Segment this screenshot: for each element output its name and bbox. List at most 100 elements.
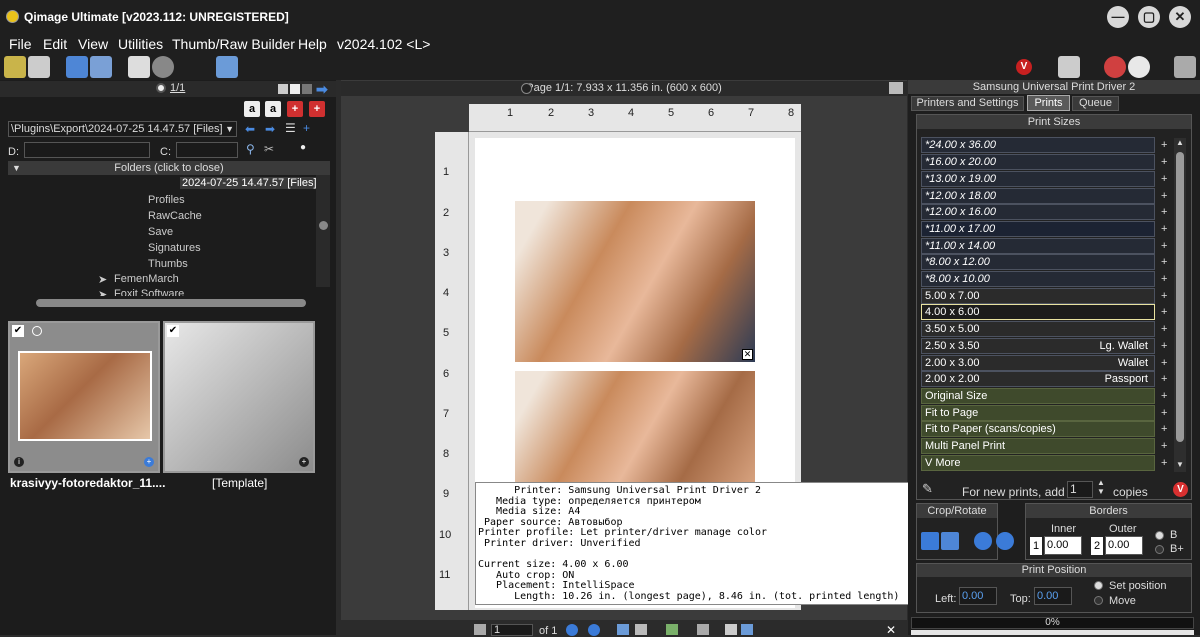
add-size-icon[interactable]: +: [1161, 240, 1167, 252]
size-2x2[interactable]: 2.00 x 2.00 Passport: [921, 371, 1155, 387]
stamp-icon[interactable]: [1174, 56, 1196, 78]
layout-icon[interactable]: [216, 56, 238, 78]
add-size-icon[interactable]: +: [1161, 256, 1167, 268]
menu-edit[interactable]: Edit: [43, 36, 67, 52]
tree-item-save[interactable]: Save: [148, 226, 173, 238]
puzzle-icon[interactable]: [90, 56, 112, 78]
page-icon-2[interactable]: [741, 624, 753, 635]
tree-item-thumbs[interactable]: Thumbs: [148, 258, 188, 270]
size-12x16[interactable]: *12.00 x 16.00: [921, 204, 1155, 220]
inner-input[interactable]: 0.00: [1044, 536, 1082, 555]
menu-thumb-raw-builder[interactable]: Thumb/Raw Builder: [172, 36, 295, 52]
size-5x7[interactable]: 5.00 x 7.00: [921, 288, 1155, 304]
add-blue-icon[interactable]: +: [144, 457, 154, 467]
path-select[interactable]: \Plugins\Export\2024-07-25 14.47.57 [Fil…: [8, 121, 237, 137]
add-size-icon[interactable]: +: [1161, 173, 1167, 185]
page-layout-icon[interactable]: [617, 624, 629, 635]
add-size-icon[interactable]: +: [1161, 407, 1167, 419]
info-icon[interactable]: i: [14, 457, 24, 467]
menu-file[interactable]: File: [9, 36, 32, 52]
size-12x18[interactable]: *12.00 x 18.00: [921, 188, 1155, 204]
tree-vscroll[interactable]: [316, 175, 330, 287]
add-red-icon[interactable]: +: [287, 101, 303, 117]
clock-icon[interactable]: [1128, 56, 1150, 78]
disk-icon[interactable]: [152, 56, 174, 78]
crop-icon[interactable]: [921, 532, 939, 550]
minimize-button[interactable]: —: [1107, 6, 1129, 28]
option-original-size[interactable]: Original Size: [921, 388, 1155, 404]
add-size-icon[interactable]: +: [1161, 390, 1167, 402]
a-box-icon[interactable]: a: [244, 101, 260, 117]
remove-icon[interactable]: ✕: [742, 349, 753, 360]
binoculars-icon[interactable]: ⚲: [246, 142, 255, 156]
expand-icon[interactable]: ➤: [98, 273, 107, 286]
camera-icon[interactable]: [66, 56, 88, 78]
size-8x10[interactable]: *8.00 x 10.00: [921, 271, 1155, 287]
move-radio[interactable]: [1094, 596, 1103, 605]
tree-item-femenmarch[interactable]: FemenMarch: [114, 273, 179, 285]
thumbnail-photo[interactable]: ✔ i +: [8, 321, 160, 473]
printer-icon[interactable]: [1058, 56, 1080, 78]
menu-utilities[interactable]: Utilities: [118, 36, 163, 52]
list-icon[interactable]: ☰: [285, 121, 296, 135]
left-input[interactable]: 0.00: [959, 587, 997, 605]
back-arrow-icon[interactable]: ⬅: [245, 122, 255, 136]
tree-item-foxit[interactable]: Foxit Software: [114, 288, 184, 296]
expand-icon-2[interactable]: ➤: [98, 288, 107, 296]
rotate-right-icon[interactable]: [996, 532, 1014, 550]
copy-icon[interactable]: [697, 624, 709, 635]
tools-icon[interactable]: ✂: [264, 142, 274, 156]
print-icon[interactable]: [474, 624, 486, 635]
rotate-left-icon[interactable]: [974, 532, 992, 550]
border-b-radio[interactable]: [1155, 531, 1164, 540]
save-icon[interactable]: [28, 56, 50, 78]
add-size-icon[interactable]: +: [1161, 206, 1167, 218]
forward-arrow-icon[interactable]: ➡: [265, 122, 275, 136]
option-fit-to-paper[interactable]: Fit to Paper (scans/copies): [921, 421, 1155, 437]
tab-printers-settings[interactable]: Printers and Settings: [911, 96, 1024, 111]
add-size-icon[interactable]: +: [1161, 440, 1167, 452]
add-size-icon[interactable]: +: [1161, 373, 1167, 385]
add-size-icon[interactable]: +: [1161, 306, 1167, 318]
arrow-right-icon[interactable]: ➡: [316, 81, 328, 98]
open-folder-icon[interactable]: [4, 56, 26, 78]
view-icon-3[interactable]: [302, 84, 312, 94]
view-icon-2[interactable]: [290, 84, 300, 94]
add-size-icon[interactable]: +: [1161, 223, 1167, 235]
size-11x17[interactable]: *11.00 x 17.00: [921, 221, 1155, 237]
tree-item-signatures[interactable]: Signatures: [148, 242, 201, 254]
tree-item-rawcache[interactable]: RawCache: [148, 210, 202, 222]
option-multi-panel[interactable]: Multi Panel Print: [921, 438, 1155, 454]
add-size-icon[interactable]: +: [1161, 323, 1167, 335]
view-icon-1[interactable]: [278, 84, 288, 94]
top-input[interactable]: 0.00: [1034, 587, 1072, 605]
grid-toggle-icon[interactable]: [666, 624, 678, 635]
v-icon[interactable]: V: [1016, 59, 1032, 75]
rotate-icon[interactable]: [941, 532, 959, 550]
size-11x14[interactable]: *11.00 x 14.00: [921, 238, 1155, 254]
print-preview-icon[interactable]: [889, 82, 903, 94]
add-size-icon[interactable]: +: [1161, 156, 1167, 168]
add-size-icon[interactable]: +: [1161, 190, 1167, 202]
radio-icon[interactable]: [156, 83, 166, 93]
tree-item-current[interactable]: 2024-07-25 14.47.57 [Files]: [180, 177, 319, 189]
copies-spinner-icon[interactable]: ▲ ▼: [1097, 478, 1105, 496]
option-more[interactable]: V More: [921, 455, 1155, 471]
tree-hscroll-thumb[interactable]: [36, 299, 306, 307]
tab-queue[interactable]: Queue: [1072, 96, 1119, 111]
set-position-radio[interactable]: [1094, 581, 1103, 590]
size-16x20[interactable]: *16.00 x 20.00: [921, 154, 1155, 170]
drop-icon[interactable]: [1104, 56, 1126, 78]
add-size-icon[interactable]: +: [1161, 273, 1167, 285]
c-field[interactable]: [176, 142, 238, 158]
checkbox-icon-2[interactable]: ✔: [167, 325, 179, 337]
tree-vscroll-thumb[interactable]: [319, 221, 328, 230]
add-size-icon[interactable]: +: [1161, 423, 1167, 435]
size-2x3[interactable]: 2.00 x 3.00 Wallet: [921, 355, 1155, 371]
inner-index[interactable]: 1: [1030, 537, 1042, 555]
maximize-button[interactable]: ▢: [1138, 6, 1160, 28]
scroll-up-icon[interactable]: ▲: [1176, 138, 1184, 147]
size-8x12[interactable]: *8.00 x 12.00: [921, 254, 1155, 270]
copies-input[interactable]: 1: [1067, 481, 1093, 498]
page-radio-icon[interactable]: [521, 83, 532, 94]
